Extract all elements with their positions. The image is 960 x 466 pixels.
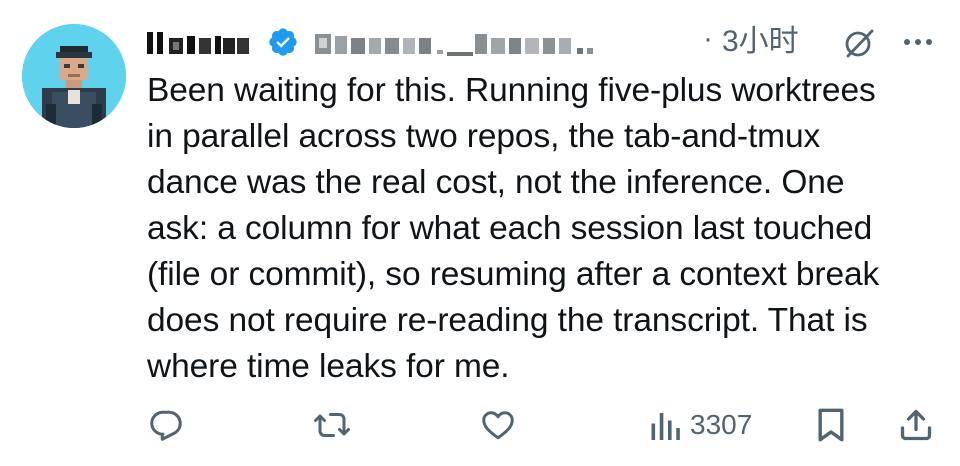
tweet-text-line: dance was the real cost, not the inferen… bbox=[147, 164, 845, 201]
tweet-header: · 3小时 bbox=[147, 20, 937, 64]
tweet[interactable]: · 3小时 Been waiting for this. Running fiv… bbox=[0, 0, 960, 466]
action-bar: 3307 bbox=[0, 400, 960, 450]
view-count: 3307 bbox=[690, 409, 753, 440]
like-icon bbox=[482, 411, 514, 440]
author-handle[interactable] bbox=[315, 30, 695, 56]
tweet-text-line: (file or commit), so resuming after a co… bbox=[147, 256, 880, 293]
tweet-text-line: in parallel across two repos, the tab-an… bbox=[147, 118, 821, 155]
repost-button[interactable] bbox=[312, 400, 352, 450]
author-name[interactable] bbox=[147, 30, 251, 56]
tweet-text: Been waiting for this. Running five-plus… bbox=[147, 68, 942, 390]
like-button[interactable] bbox=[479, 400, 517, 450]
grok-icon[interactable] bbox=[842, 26, 876, 60]
verified-badge-icon bbox=[269, 28, 297, 56]
avatar-image bbox=[22, 24, 126, 128]
tweet-text-line: does not require re-reading the transcri… bbox=[147, 302, 868, 339]
reply-icon bbox=[150, 410, 182, 441]
bookmark-button[interactable] bbox=[814, 400, 848, 450]
tweet-time[interactable]: 3小时 bbox=[722, 24, 799, 60]
more-options-icon[interactable] bbox=[899, 26, 937, 56]
header-separator: · bbox=[703, 22, 713, 55]
avatar[interactable] bbox=[22, 24, 126, 128]
tweet-text-line: where time leaks for me. bbox=[147, 348, 510, 385]
reply-button[interactable] bbox=[148, 400, 184, 450]
bookmark-icon bbox=[818, 408, 844, 442]
share-button[interactable] bbox=[898, 400, 934, 450]
share-icon bbox=[900, 409, 932, 441]
views-icon bbox=[651, 413, 680, 440]
views-button[interactable]: 3307 bbox=[648, 400, 752, 450]
tweet-text-line: Been waiting for this. Running five-plus… bbox=[147, 72, 876, 109]
tweet-text-line: ask: a column for what each session last… bbox=[147, 210, 873, 247]
repost-icon bbox=[314, 413, 350, 437]
